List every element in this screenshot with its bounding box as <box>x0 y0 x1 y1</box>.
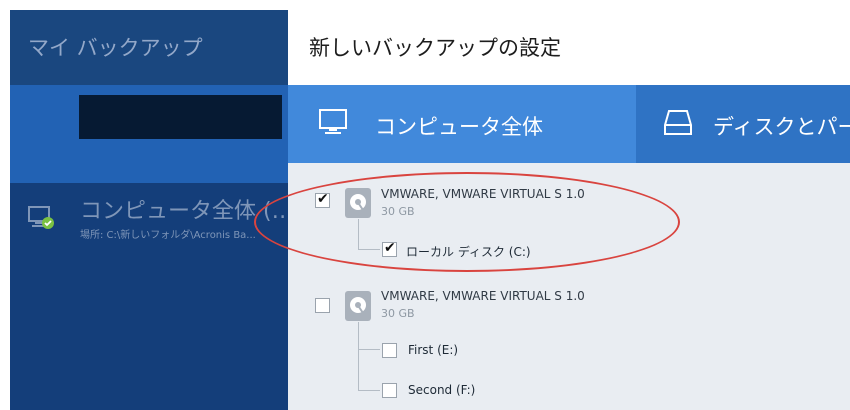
main-header: 新しいバックアップの設定 <box>288 10 850 85</box>
redacted-box <box>79 95 282 139</box>
tab-entire-computer[interactable]: コンピュータ全体 <box>288 85 636 163</box>
tree-line <box>358 390 380 391</box>
partition-label: Second (F:) <box>408 383 476 397</box>
sidebar: マイ バックアップ コンピュータ全体 (… 場所: C:\新しいフォルダ\Acr… <box>10 10 294 410</box>
partition-label: First (E:) <box>408 343 459 357</box>
tab-label: ディスクとパー <box>713 115 850 139</box>
disk-checkbox[interactable]: ✔ <box>315 191 330 208</box>
sidebar-item-path: 場所: C:\新しいフォルダ\Acronis Ba... <box>80 230 256 241</box>
disk-name: VMWARE, VMWARE VIRTUAL S 1.0 <box>381 187 585 201</box>
sidebar-selected-item[interactable] <box>10 85 288 183</box>
drive-icon <box>664 110 692 135</box>
hard-disk-icon <box>345 188 371 218</box>
tab-disks-partitions[interactable]: ディスクとパー <box>638 85 850 163</box>
disk-checkbox[interactable] <box>315 298 330 313</box>
monitor-icon <box>319 109 347 134</box>
main-panel: 新しいバックアップの設定 コンピュータ全体 ディスクとパー ✔ VMWARE, … <box>288 10 850 410</box>
partition-checkbox[interactable]: ✔ <box>382 240 397 257</box>
disk-tree: ✔ VMWARE, VMWARE VIRTUAL S 1.0 30 GB ✔ ロ… <box>288 163 850 410</box>
tree-line <box>358 219 359 249</box>
tree-line <box>358 349 380 350</box>
source-tabs: コンピュータ全体 ディスクとパー <box>288 85 850 163</box>
disk-size: 30 GB <box>381 205 415 218</box>
sidebar-title: マイ バックアップ <box>28 36 203 60</box>
partition-checkbox[interactable] <box>382 343 397 358</box>
tree-line <box>358 322 359 390</box>
computer-ok-icon <box>28 206 54 229</box>
partition-checkbox[interactable] <box>382 383 397 398</box>
page-title: 新しいバックアップの設定 <box>309 36 561 60</box>
app-window: マイ バックアップ コンピュータ全体 (… 場所: C:\新しいフォルダ\Acr… <box>10 10 850 410</box>
disk-name: VMWARE, VMWARE VIRTUAL S 1.0 <box>381 289 585 303</box>
sidebar-item-backup[interactable]: コンピュータ全体 (… 場所: C:\新しいフォルダ\Acronis Ba... <box>10 183 294 243</box>
hard-disk-icon <box>345 291 371 321</box>
disk-size: 30 GB <box>381 307 415 320</box>
tree-line <box>358 249 380 250</box>
tab-label: コンピュータ全体 <box>375 115 543 139</box>
sidebar-header: マイ バックアップ <box>10 10 288 85</box>
sidebar-item-name: コンピュータ全体 (… <box>80 199 294 224</box>
partition-label: ローカル ディスク (C:) <box>406 245 531 259</box>
